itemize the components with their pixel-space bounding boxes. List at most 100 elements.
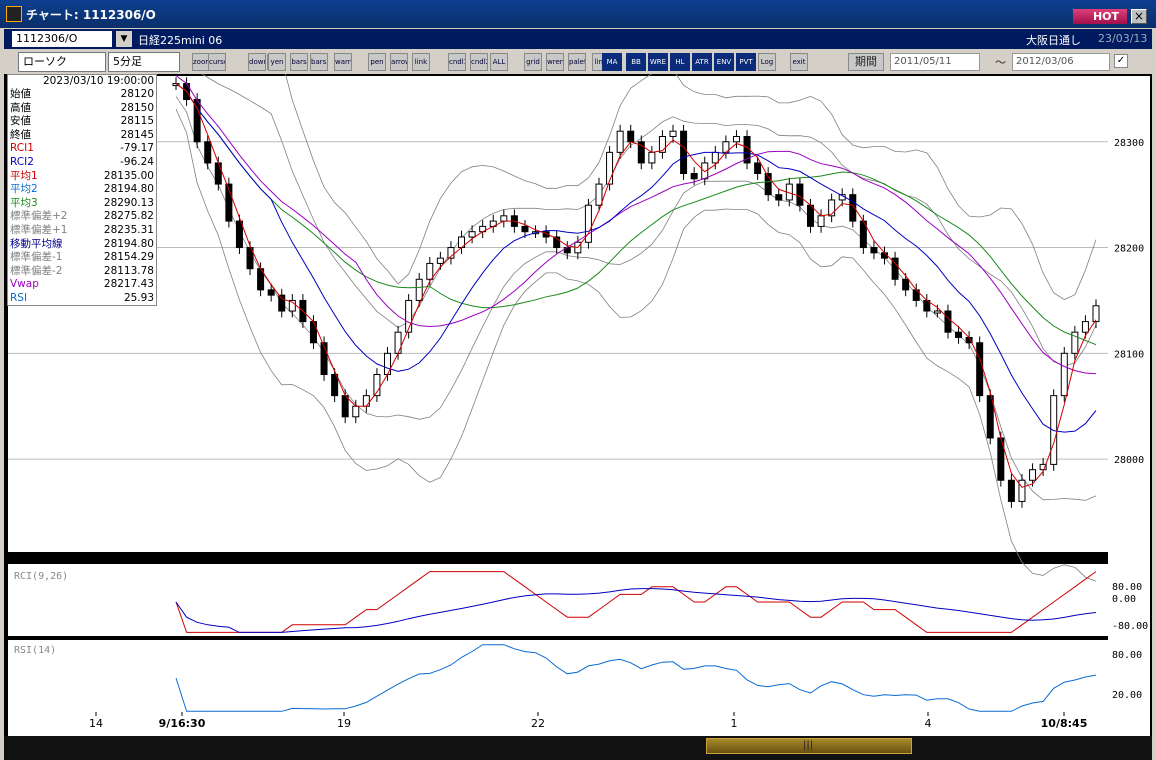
data-row-label: 始値: [10, 88, 31, 100]
price-tick-label: 28300: [1114, 138, 1144, 149]
hot-button[interactable]: HOT: [1073, 9, 1127, 24]
toolbar-button-grid[interactable]: grid: [524, 53, 542, 71]
toolbar-button-all[interactable]: ALL: [490, 53, 508, 71]
price-tick-label: 28000: [1114, 455, 1144, 466]
data-row: RCI2 -96.24: [10, 156, 154, 170]
horizontal-scrollbar[interactable]: |||: [4, 736, 1152, 760]
price-axis-panel: [1108, 76, 1150, 712]
toolbar-button-yen[interactable]: yen: [268, 53, 286, 71]
candle-body: [1018, 479, 1026, 502]
data-window: 2023/03/10 19:00:00 始値 28120 高値 28150 安値 2811…: [7, 74, 157, 306]
toolbar-button-cursor[interactable]: cursor: [208, 53, 226, 71]
toolbar-button-hl[interactable]: HL: [670, 53, 690, 71]
candle-body: [267, 289, 275, 296]
data-row: 高値 28150: [10, 102, 154, 116]
title-bar: チャート: 1112306/O HOT ×: [0, 0, 1156, 28]
toolbar-button-ma[interactable]: MA: [602, 53, 622, 71]
candle-body: [806, 204, 814, 227]
toolbar-button-atr[interactable]: ATR: [692, 53, 712, 71]
data-row: 移動平均線 28194.80: [10, 238, 154, 252]
scroll-grip: |||: [803, 740, 814, 751]
toolbar-button-bars[interactable]: bars: [290, 53, 308, 71]
data-row: 標準偏差-2 28113.78: [10, 265, 154, 279]
candle-body: [944, 310, 952, 333]
data-row-value: -96.24: [120, 155, 154, 168]
chart-type-select[interactable]: ローソク ▼: [18, 52, 121, 72]
data-row-value: 28194.80: [103, 183, 154, 196]
exchange-label: 大阪日通し: [1026, 34, 1081, 47]
toolbar-button-wrench[interactable]: wrench: [546, 53, 564, 71]
data-row-value: 28113.78: [103, 264, 154, 277]
data-row-label: RCI2: [10, 155, 34, 168]
indicator-tick-label: -80.00: [1112, 621, 1148, 632]
candle-body: [976, 342, 984, 397]
candle-body: [796, 183, 804, 206]
indicator-tick-label: 80.00: [1112, 582, 1142, 593]
period-value: 5分足: [113, 55, 142, 68]
rci-panel: [8, 564, 1108, 636]
toolbar-button-cndl2[interactable]: cndl2: [470, 53, 488, 71]
candle-body: [331, 373, 339, 397]
candle-body: [732, 135, 740, 143]
toolbar-button-log[interactable]: Log: [758, 53, 776, 71]
apply-checkbox[interactable]: ✓: [1114, 54, 1128, 68]
toolbar-button-pvt[interactable]: PVT: [736, 53, 756, 71]
range-separator: 〜: [995, 56, 1006, 69]
toolbar-button-exit[interactable]: exit: [790, 53, 808, 71]
chart-area[interactable]: RCI(9,26) RSI(14) 2840028300282002810028…: [4, 74, 1152, 760]
chart-svg[interactable]: RCI(9,26) RSI(14) 2840028300282002810028…: [4, 74, 1152, 736]
chevron-down-icon[interactable]: ▼: [116, 31, 132, 47]
candle-body: [214, 162, 222, 185]
price-tick-label: 28100: [1114, 349, 1144, 360]
data-row-label: 平均3: [10, 196, 38, 209]
toolbar-button-bars2[interactable]: bars2: [310, 53, 328, 71]
data-row: 平均1 28135.00: [10, 170, 154, 184]
data-row-value: 28135.00: [103, 169, 154, 182]
candle-body: [352, 405, 360, 418]
rsi-label: RSI(14): [14, 645, 56, 656]
from-date-field[interactable]: 2011/05/11: [890, 53, 980, 71]
close-icon[interactable]: ×: [1131, 9, 1147, 24]
data-row-value: 28217.43: [103, 278, 154, 291]
data-row-value: 28154.29: [103, 251, 154, 264]
candle-body: [669, 130, 677, 137]
data-rows: 始値 28120 高値 28150 安値 28115 終値 28145 RCI1 -79.17 RC…: [10, 88, 154, 306]
data-row-label: RCI1: [10, 142, 34, 155]
time-tick-label: 14: [89, 717, 103, 730]
toolbar-button-link[interactable]: link: [412, 53, 430, 71]
data-row-value: 28194.80: [103, 237, 154, 250]
rci-label: RCI(9,26): [14, 571, 68, 582]
toolbar-button-warn[interactable]: warn: [334, 53, 352, 71]
candle-body: [955, 331, 963, 338]
data-row-label: 標準偏差-2: [10, 264, 63, 277]
toolbar-button-palette[interactable]: palette: [568, 53, 586, 71]
toolbar-button-cndl1[interactable]: cndl1: [448, 53, 466, 71]
candle-body: [902, 278, 910, 291]
data-row: 安値 28115: [10, 115, 154, 129]
symbol-input[interactable]: 1112306/O: [12, 31, 112, 47]
candle-body: [648, 151, 656, 164]
candle-body: [711, 151, 719, 164]
candle-body: [870, 247, 878, 254]
data-row: 標準偏差+2 28275.82: [10, 210, 154, 224]
toolbar-button-env[interactable]: ENV: [714, 53, 734, 71]
to-date-field[interactable]: 2012/03/06: [1012, 53, 1110, 71]
period-select[interactable]: 5分足 ▼: [108, 52, 281, 72]
candle-body: [235, 220, 243, 249]
time-tick-label: 19: [337, 717, 351, 730]
scroll-thumb[interactable]: |||: [706, 738, 912, 754]
candle-body: [1029, 469, 1037, 481]
indicator-tick-label: 80.00: [1112, 650, 1142, 661]
toolbar-button-pen[interactable]: pen: [368, 53, 386, 71]
toolbar-button-down[interactable]: down: [248, 53, 266, 71]
candle-body: [775, 194, 783, 201]
period-range-button[interactable]: 期間: [848, 53, 884, 71]
toolbar-button-bb[interactable]: BB: [626, 53, 646, 71]
toolbar: ローソク ▼ 5分足 ▼ zoomcursordownyenbarsbars2w…: [4, 50, 1152, 74]
toolbar-button-wre[interactable]: WRE: [648, 53, 668, 71]
candle-body: [362, 395, 370, 407]
price-panel: [8, 76, 1108, 552]
data-row: 平均2 28194.80: [10, 183, 154, 197]
toolbar-button-arrow[interactable]: arrow: [390, 53, 408, 71]
data-row: 始値 28120: [10, 88, 154, 102]
